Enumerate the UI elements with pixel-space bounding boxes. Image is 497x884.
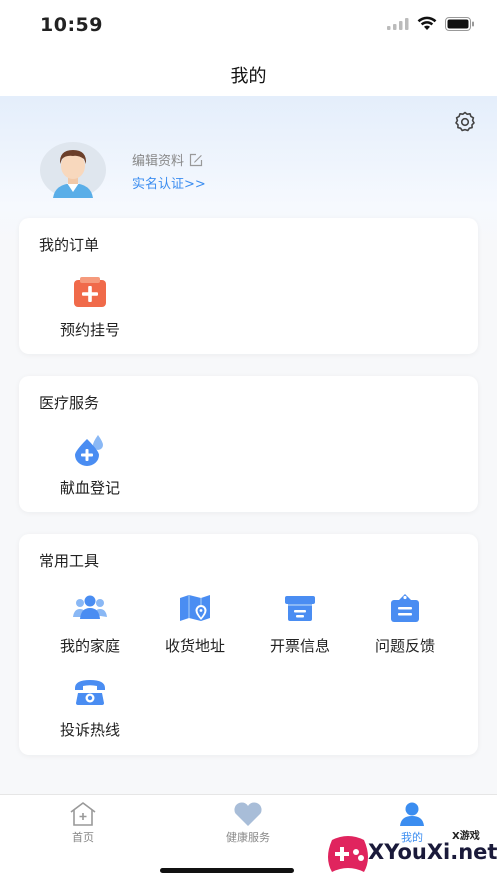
medical-card: 医疗服务 献血登记 [19,376,478,512]
realname-auth-link[interactable]: 实名认证>> [132,173,206,192]
watermark: X游戏 XYouXi.net [322,824,497,882]
signal-icon [387,17,409,30]
avatar[interactable] [40,142,106,198]
complaint-hotline-label: 投诉热线 [59,721,120,739]
invoice-item[interactable]: 开票信息 [248,592,352,656]
tab-home[interactable]: 首页 [23,801,143,845]
family-icon [73,595,107,619]
orders-card-title: 我的订单 [39,236,100,254]
tab-health-services-label: 健康服务 [226,831,270,844]
phone-icon [75,680,105,705]
tools-card-title: 常用工具 [39,552,100,570]
appointment-item[interactable]: 预约挂号 [38,276,142,340]
wifi-icon [417,16,437,30]
feedback-icon [391,594,419,622]
family-label: 我的家庭 [59,637,120,655]
invoice-icon [285,596,315,621]
gamepad-logo-icon [328,836,368,872]
blood-donation-label: 献血登记 [59,479,120,497]
map-icon [180,595,210,621]
home-icon [70,802,96,826]
page-title: 我的 [230,66,267,87]
medical-card-title: 医疗服务 [39,394,100,412]
status-icons [387,16,475,31]
edit-icon [189,153,203,166]
battery-icon [445,16,474,31]
tab-health-services[interactable]: 健康服务 [188,801,308,845]
orders-card: 我的订单 预约挂号 [19,218,478,354]
invoice-label: 开票信息 [269,637,330,655]
address-item[interactable]: 收货地址 [143,592,247,656]
edit-profile-label: 编辑资料 [132,154,185,169]
appointment-label: 预约挂号 [59,321,120,339]
edit-profile-link[interactable]: 编辑资料 [132,150,203,169]
complaint-hotline-item[interactable]: 投诉热线 [38,676,142,740]
blood-drop-icon [75,435,103,466]
feedback-item[interactable]: 问题反馈 [353,592,457,656]
status-time: 10:59 [40,14,103,36]
feedback-label: 问题反馈 [374,637,435,655]
blood-donation-item[interactable]: 献血登记 [38,434,142,498]
address-label: 收货地址 [164,637,225,655]
appointment-icon [74,277,106,307]
watermark-text: XYouXi.net [368,840,497,864]
nav-bar: 我的 [0,52,497,96]
home-indicator [160,868,294,873]
family-item[interactable]: 我的家庭 [38,592,142,656]
main-content: 编辑资料 实名认证>> 我的订单 预约挂号 医疗服务 献血登记 常用工具 我的家… [0,96,497,794]
heart-icon [234,802,262,826]
status-bar: 10:59 [0,0,497,52]
tab-home-label: 首页 [72,831,94,844]
tools-card: 常用工具 我的家庭 收货地址 开票信息 问题反馈 投诉热线 [19,534,478,755]
settings-icon[interactable] [453,110,477,134]
